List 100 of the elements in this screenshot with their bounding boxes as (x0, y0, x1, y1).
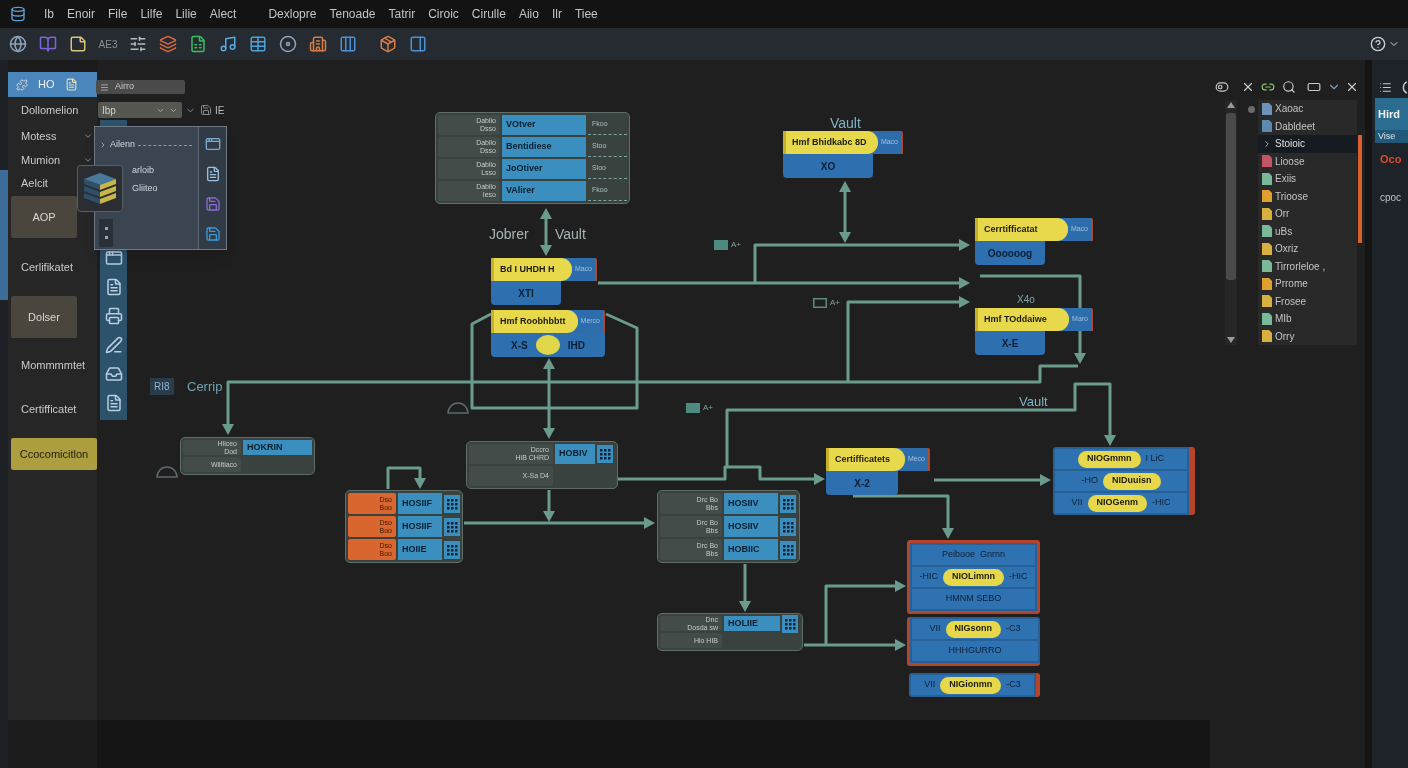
columns-icon[interactable] (339, 35, 357, 53)
music-note-icon[interactable] (219, 35, 237, 53)
node-text: X-2 (854, 476, 870, 491)
panel-button[interactable]: Ccocomicitlon (11, 438, 97, 470)
menu-item[interactable]: Cirulle (471, 5, 506, 23)
node-title: Hmf TOddaiwe (975, 308, 1070, 331)
tree-item[interactable]: Trioose (1258, 187, 1357, 205)
tree-item[interactable]: Dabldeet (1258, 117, 1357, 135)
document-icon[interactable] (204, 166, 221, 182)
tree-item[interactable]: Oxriz (1258, 240, 1357, 258)
tree-item[interactable]: Stoioic (1258, 135, 1357, 153)
menu-item[interactable]: Ib (44, 5, 54, 23)
caret-icon (83, 155, 93, 165)
sliders-icon[interactable] (129, 35, 147, 53)
globe-icon[interactable] (9, 35, 27, 53)
printer-icon[interactable] (104, 307, 123, 325)
list-icon[interactable] (1379, 80, 1392, 94)
tree-item[interactable]: uBs (1258, 222, 1357, 240)
disc-icon[interactable] (279, 35, 297, 53)
scroll-down-icon[interactable] (1227, 337, 1235, 343)
connector-arrow (739, 564, 751, 612)
menu-item[interactable]: Ilr (551, 5, 562, 23)
panel-label: Cerlifikatet (21, 259, 73, 275)
tree-item[interactable]: MIb (1258, 310, 1357, 328)
node-text: XTI (518, 286, 534, 301)
layers-icon[interactable] (159, 35, 177, 53)
search-icon[interactable] (1282, 80, 1296, 94)
package-icon[interactable] (379, 35, 397, 53)
mini-scrollbar[interactable] (99, 219, 113, 247)
text-tool-button[interactable]: AE3 (93, 36, 123, 52)
menu-item[interactable]: arloib (132, 164, 154, 178)
menu-item[interactable]: Ailenn (110, 138, 136, 152)
scroll-up-icon[interactable] (1227, 102, 1235, 108)
tag-label: RI8 (150, 378, 174, 395)
note-icon[interactable] (69, 35, 87, 53)
scroll-thumb[interactable] (1226, 113, 1236, 280)
menu-item[interactable]: Tatrir (388, 5, 416, 23)
tree-item[interactable]: Orr (1258, 205, 1357, 223)
toggle-icon[interactable] (1214, 80, 1230, 94)
book-icon[interactable] (39, 35, 57, 53)
tree-item[interactable]: Frosee (1258, 292, 1357, 310)
dropdown[interactable]: Airro (96, 80, 185, 94)
panel-button[interactable]: AOP (11, 196, 77, 238)
node-title: Certifficatets (826, 448, 905, 471)
panel-button[interactable]: Dolser (11, 296, 77, 338)
canvas-label: Cerrip (187, 378, 223, 396)
tree-item[interactable]: Orry (1258, 327, 1357, 345)
node-text: Gnrnn (980, 548, 1005, 562)
menu-item[interactable]: Lilfe (140, 5, 163, 23)
tree-item[interactable]: Prrome (1258, 275, 1357, 293)
node-text: VII (1071, 496, 1083, 510)
save-icon[interactable] (200, 104, 212, 116)
tree-item[interactable]: Xaoac (1258, 100, 1357, 118)
connector-arrow (540, 208, 552, 256)
connector-arrow (386, 466, 426, 489)
node-text: -HO (1081, 474, 1098, 488)
node-text: X-S (511, 338, 528, 353)
menu-item[interactable]: Aiio (518, 5, 539, 23)
table-icon[interactable] (249, 35, 267, 53)
dropdown[interactable]: Motess (21, 127, 93, 145)
canvas-label: Vault (555, 225, 586, 244)
close-icon[interactable] (1345, 80, 1359, 94)
panel-icon[interactable] (409, 35, 427, 53)
menu-item[interactable]: Ciroic (428, 5, 459, 23)
menu-item[interactable]: Tenoade (329, 5, 376, 23)
node-text: -C3 (1006, 678, 1021, 692)
tray-icon[interactable] (104, 365, 123, 383)
canvas-label: Vault (1019, 393, 1048, 411)
pen-icon[interactable] (104, 336, 123, 354)
canvas-label: Jobrer (489, 225, 529, 244)
dropdown[interactable]: Ibp (98, 102, 182, 118)
node-title: Hmf Roobhbbtt (491, 310, 578, 333)
window-icon[interactable] (204, 136, 221, 152)
dropdown[interactable]: Mumion (21, 151, 93, 169)
document-icon[interactable] (64, 78, 78, 91)
menu-item[interactable]: Dexlopre (268, 5, 317, 23)
menu-item[interactable]: Alect (209, 5, 237, 23)
database-icon[interactable] (10, 6, 26, 22)
window-icon[interactable] (104, 249, 123, 267)
node-text: VII (929, 622, 941, 636)
arc-icon[interactable] (1401, 80, 1407, 94)
menu-item[interactable]: Tiee (574, 5, 598, 23)
tree-item[interactable]: Lioose (1258, 152, 1357, 170)
close-icon[interactable] (1241, 80, 1255, 94)
panel-label: Mommmmtet (21, 357, 86, 373)
link-icon[interactable] (1261, 80, 1275, 94)
building-icon[interactable] (309, 35, 327, 53)
menu-item[interactable]: Lilie (175, 5, 197, 23)
canvas-label: Vault (830, 114, 861, 133)
spreadsheet-icon[interactable] (189, 35, 207, 53)
document-icon[interactable] (104, 278, 123, 296)
tree-item[interactable]: Tirrorleloe , (1258, 257, 1357, 275)
node-text: HMNM SEBO (945, 592, 1002, 606)
help-icon[interactable] (1370, 36, 1386, 52)
menu-item[interactable]: File (108, 5, 128, 23)
rectangle-icon[interactable] (1306, 80, 1322, 94)
document-icon[interactable] (104, 394, 123, 412)
menu-item[interactable]: Gliiteo (132, 182, 158, 196)
tree-item[interactable]: Exiis (1258, 170, 1357, 188)
menu-item[interactable]: Enoir (67, 5, 96, 23)
